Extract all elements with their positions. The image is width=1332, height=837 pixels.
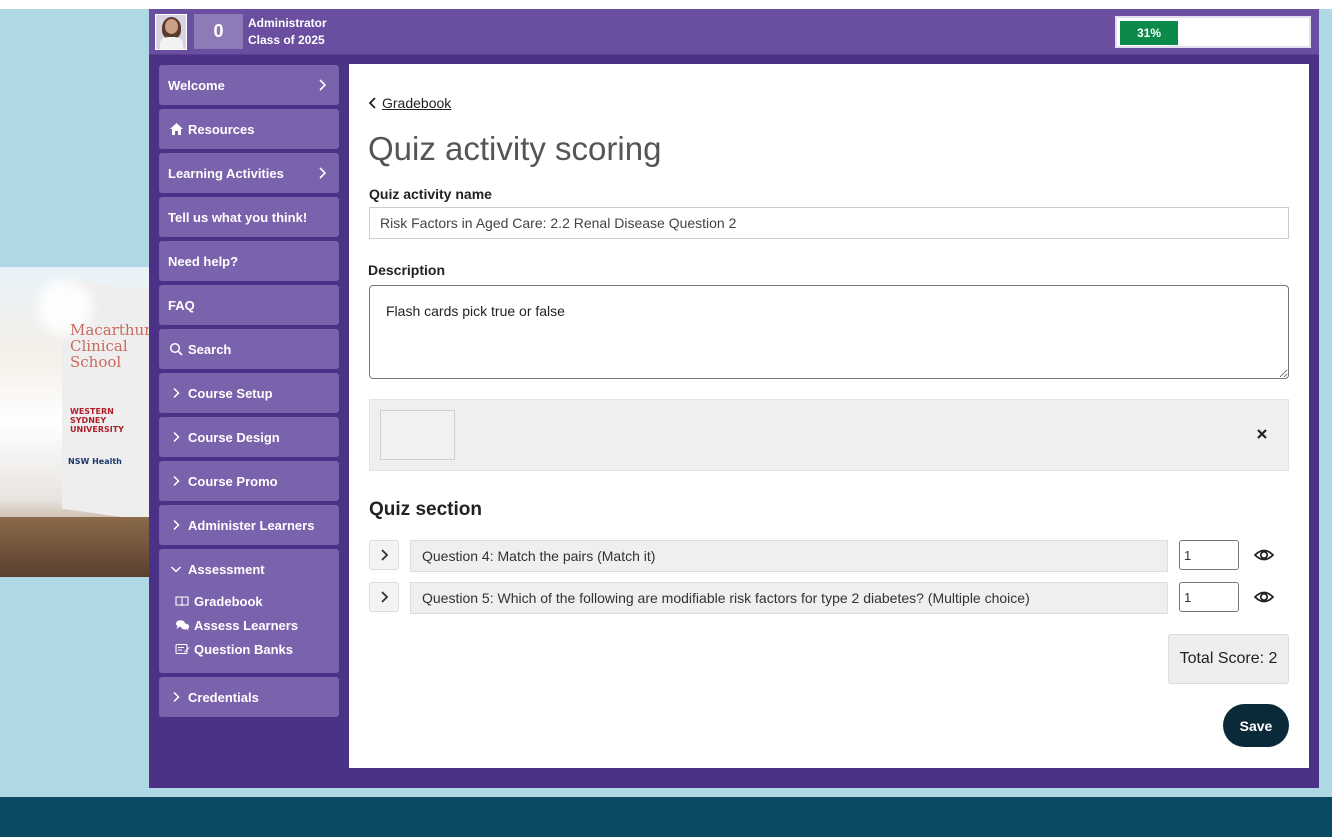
sidebar-item-welcome[interactable]: Welcome <box>159 65 339 105</box>
home-icon <box>168 121 184 137</box>
points-badge: 0 <box>194 14 243 49</box>
progress-bar: 31% <box>1115 16 1311 48</box>
eye-icon[interactable] <box>1253 546 1275 564</box>
sidebar-item-label: Welcome <box>168 77 225 93</box>
sidebar-item-feedback[interactable]: Tell us what you think! <box>159 197 339 237</box>
chevron-right-icon <box>319 167 327 179</box>
western-sydney-logo: WESTERN SYDNEY UNIVERSITY <box>70 407 124 434</box>
app-shell: 0 Administrator Class of 2025 31% Welcom… <box>149 9 1319 788</box>
edit-icon <box>174 642 190 656</box>
search-icon <box>168 341 184 357</box>
sidebar-item-course-promo[interactable]: Course Promo <box>159 461 339 501</box>
chevron-right-icon <box>168 689 184 705</box>
chevron-right-icon <box>168 473 184 489</box>
breadcrumb: Gradebook <box>368 95 451 111</box>
sidebar-item-label: Credentials <box>188 689 259 705</box>
page-title: Quiz activity scoring <box>368 130 662 167</box>
sidebar-item-assessment[interactable]: Assessment <box>159 549 339 589</box>
chevron-right-icon <box>168 385 184 401</box>
background-photo: Macarthur Clinical School WESTERN SYDNEY … <box>0 267 149 577</box>
sidebar-item-course-setup[interactable]: Course Setup <box>159 373 339 413</box>
question-score-input[interactable] <box>1179 540 1239 570</box>
question-score-input[interactable] <box>1179 582 1239 612</box>
breadcrumb-gradebook-link[interactable]: Gradebook <box>382 95 451 111</box>
chevron-down-icon <box>168 561 184 577</box>
sidebar-item-label: Assessment <box>188 561 265 577</box>
sidebar-item-faq[interactable]: FAQ <box>159 285 339 325</box>
sidebar-item-label: Administer Learners <box>188 517 315 533</box>
main-panel: Gradebook Quiz activity scoring Quiz act… <box>349 64 1309 768</box>
image-thumbnail[interactable] <box>380 410 455 460</box>
chevron-right-icon <box>381 591 389 603</box>
user-cohort: Class of 2025 <box>248 33 325 47</box>
sidebar-item-label: Need help? <box>168 253 239 269</box>
sidebar-item-credentials[interactable]: Credentials <box>159 677 339 717</box>
sidebar-item-label: Course Setup <box>188 385 273 401</box>
sidebar-subitem-assess-learners[interactable]: Assess Learners <box>159 613 339 637</box>
sidebar-item-help[interactable]: Need help? <box>159 241 339 281</box>
quiz-section-heading: Quiz section <box>369 499 482 520</box>
activity-name-input[interactable] <box>369 207 1289 239</box>
nsw-health-logo: NSW Health <box>68 457 122 466</box>
sidebar-item-label: Course Promo <box>188 473 278 489</box>
question-row: Question 4: Match the pairs (Match it) <box>369 540 1289 572</box>
close-icon[interactable] <box>1254 426 1270 442</box>
avatar-body <box>160 37 183 49</box>
image-upload-area <box>369 399 1289 471</box>
sidebar-item-course-design[interactable]: Course Design <box>159 417 339 457</box>
eye-icon[interactable] <box>1253 588 1275 606</box>
question-row: Question 5: Which of the following are m… <box>369 582 1289 614</box>
sidebar-item-label: Search <box>188 341 232 357</box>
sidebar-group-assessment: Assessment Gradebook Assess Learners Que… <box>159 549 339 673</box>
book-icon <box>174 594 190 608</box>
question-title[interactable]: Question 4: Match the pairs (Match it) <box>410 540 1168 572</box>
chevron-right-icon <box>168 517 184 533</box>
user-info: Administrator Class of 2025 <box>248 15 327 49</box>
question-title[interactable]: Question 5: Which of the following are m… <box>410 582 1168 614</box>
sidebar-subitem-label: Gradebook <box>194 593 263 609</box>
footer-bar <box>0 797 1332 837</box>
progress-fill: 31% <box>1120 21 1178 45</box>
save-button[interactable]: Save <box>1223 704 1289 747</box>
ground <box>0 517 149 577</box>
sidebar-item-learning-activities[interactable]: Learning Activities <box>159 153 339 193</box>
sidebar-item-label: Tell us what you think! <box>168 209 308 225</box>
description-label: Description <box>368 262 446 278</box>
sidebar-item-administer-learners[interactable]: Administer Learners <box>159 505 339 545</box>
chat-icon <box>174 618 190 632</box>
sidebar-item-label: Learning Activities <box>168 165 284 181</box>
sidebar-item-search[interactable]: Search <box>159 329 339 369</box>
sidebar: Welcome Resources Learning Activities Te… <box>159 65 339 721</box>
activity-name-label: Quiz activity name <box>369 186 492 202</box>
avatar[interactable] <box>155 14 187 50</box>
sidebar-subitem-label: Assess Learners <box>194 617 299 633</box>
chevron-right-icon <box>168 429 184 445</box>
expand-question-button[interactable] <box>369 582 399 612</box>
top-header: 0 Administrator Class of 2025 31% <box>149 9 1319 55</box>
sidebar-item-resources[interactable]: Resources <box>159 109 339 149</box>
user-role: Administrator <box>248 16 327 30</box>
chevron-right-icon <box>319 79 327 91</box>
chevron-right-icon <box>381 549 389 561</box>
building-sign: Macarthur Clinical School <box>70 321 149 371</box>
sidebar-item-label: FAQ <box>168 297 195 313</box>
sidebar-item-label: Course Design <box>188 429 280 445</box>
expand-question-button[interactable] <box>369 540 399 570</box>
sidebar-item-label: Resources <box>188 121 255 137</box>
top-strip <box>0 0 1332 9</box>
avatar-face <box>165 19 178 34</box>
sidebar-subitem-question-banks[interactable]: Question Banks <box>159 637 339 661</box>
description-textarea[interactable]: Flash cards pick true or false <box>369 285 1289 379</box>
chevron-left-icon <box>368 97 376 109</box>
total-score: Total Score: 2 <box>1168 634 1289 684</box>
sidebar-subitem-gradebook[interactable]: Gradebook <box>159 589 339 613</box>
sidebar-subitem-label: Question Banks <box>194 641 293 657</box>
